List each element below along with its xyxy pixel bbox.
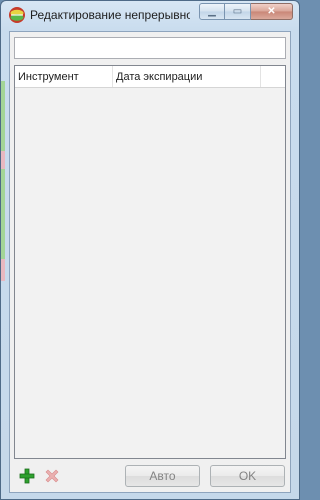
add-button[interactable] (16, 465, 38, 487)
column-header-instrument[interactable]: Инструмент (15, 66, 113, 87)
bottom-toolbar: Авто OK (14, 464, 286, 488)
left-edge-green-2 (1, 169, 5, 259)
maximize-button[interactable]: ▭ (225, 3, 251, 20)
delete-button[interactable] (41, 465, 63, 487)
app-logo-icon (9, 7, 25, 23)
dialog-client-area: Инструмент Дата экспирации Авто OK (9, 31, 291, 493)
caption-buttons: ▁ ▭ ✕ (199, 3, 293, 21)
title-bar[interactable]: Редактирование непрерывно... ▁ ▭ ✕ (1, 1, 299, 29)
auto-button[interactable]: Авто (125, 465, 200, 487)
window-title: Редактирование непрерывно... (30, 8, 190, 22)
maximize-icon: ▭ (232, 6, 243, 17)
close-icon: ✕ (267, 6, 276, 17)
column-header-expiration-date[interactable]: Дата экспирации (113, 66, 261, 87)
left-edge-pink-2 (1, 259, 5, 281)
left-edge-pink (1, 151, 5, 169)
instruments-list[interactable]: Инструмент Дата экспирации (14, 65, 286, 459)
minimize-button[interactable]: ▁ (199, 3, 225, 20)
minimize-icon: ▁ (208, 6, 216, 17)
plus-icon (19, 468, 35, 484)
left-edge-green (1, 81, 5, 151)
list-header: Инструмент Дата экспирации (15, 66, 285, 88)
dialog-window: Редактирование непрерывно... ▁ ▭ ✕ Инстр… (0, 0, 300, 500)
search-input[interactable] (14, 37, 286, 59)
column-header-empty[interactable] (261, 66, 285, 87)
close-button[interactable]: ✕ (251, 3, 293, 20)
ok-button[interactable]: OK (210, 465, 285, 487)
delete-x-icon (45, 469, 59, 483)
